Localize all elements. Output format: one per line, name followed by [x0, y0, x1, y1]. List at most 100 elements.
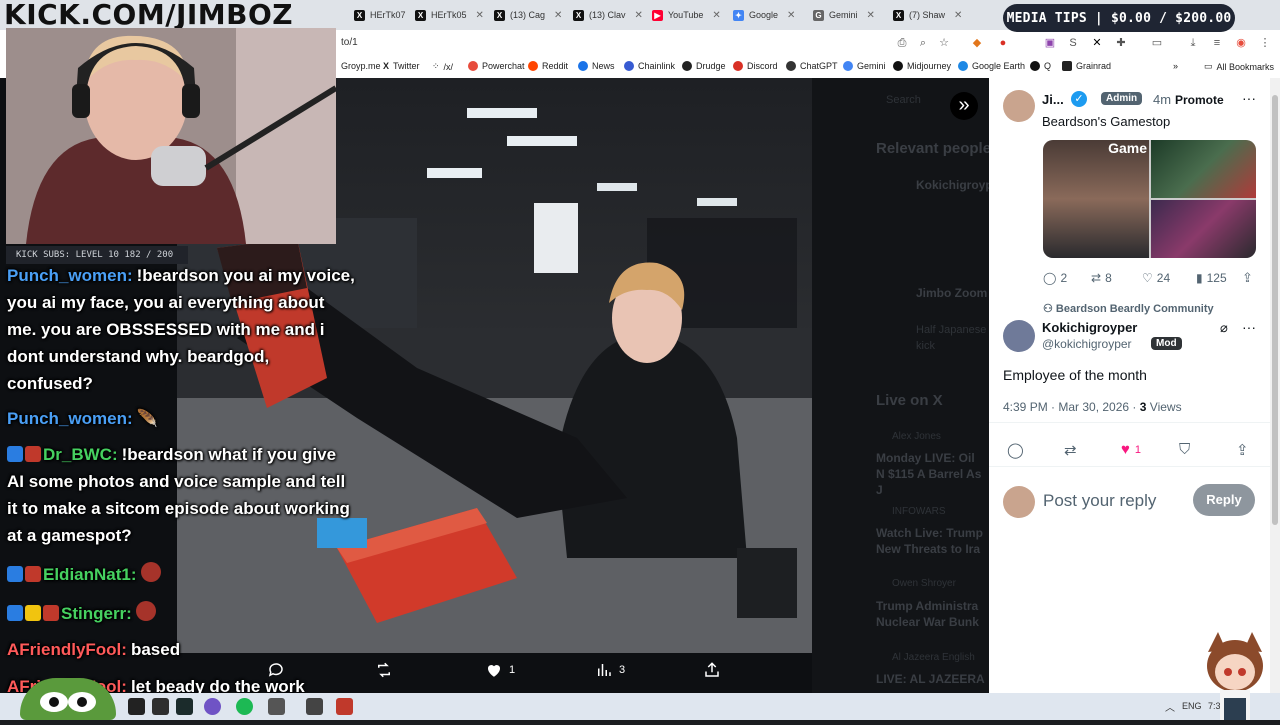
- browser-tab[interactable]: ✦ Google ✕: [733, 4, 808, 26]
- search-input[interactable]: Search: [886, 94, 921, 106]
- live-item[interactable]: Watch Live: Trump New Threats to Ira: [876, 525, 986, 557]
- metamask-icon[interactable]: ◆: [970, 36, 984, 50]
- close-icon[interactable]: ✕: [867, 10, 875, 21]
- download-icon[interactable]: ⤓: [1186, 36, 1200, 50]
- bookmark-item[interactable]: Groyp.me: [341, 61, 381, 71]
- puzzle-icon[interactable]: ✚: [1114, 36, 1128, 50]
- bookmark-item[interactable]: Grainrad: [1062, 61, 1111, 71]
- tray-chevron-icon[interactable]: ︿: [1165, 699, 1175, 714]
- divider: [989, 466, 1270, 467]
- app-icon[interactable]: [306, 698, 323, 715]
- bookmark-star-icon[interactable]: ☆: [937, 36, 951, 50]
- powerchat-icon: [468, 61, 478, 71]
- profile-icon[interactable]: ◉: [1234, 36, 1248, 50]
- repost-icon[interactable]: ⇄: [1064, 441, 1077, 459]
- bookmark-item[interactable]: X Twitter: [383, 61, 420, 71]
- browser-tab[interactable]: X (7) Shaw ✕: [893, 4, 968, 26]
- discord-icon[interactable]: [204, 698, 221, 715]
- community-label[interactable]: ⚇ Beardson Beardly Community: [1043, 302, 1214, 315]
- media-icon[interactable]: ≡: [1210, 36, 1224, 50]
- url-field[interactable]: to/1: [341, 37, 358, 48]
- extension-icon[interactable]: ▣: [1043, 36, 1057, 50]
- steam-icon[interactable]: [128, 698, 145, 715]
- like-button[interactable]: 1: [485, 661, 515, 679]
- promote-button[interactable]: Promote: [1175, 93, 1224, 107]
- menu-icon[interactable]: ⋮: [1258, 36, 1272, 50]
- bookmarks-overflow-icon[interactable]: »: [1173, 61, 1178, 71]
- extension-icon[interactable]: S: [1066, 36, 1080, 50]
- bookmark-item[interactable]: ⁘/x/: [432, 61, 453, 72]
- avatar[interactable]: [1003, 90, 1035, 122]
- more-icon[interactable]: ···: [1242, 319, 1256, 335]
- repost-stat[interactable]: ⇄ 8: [1091, 271, 1112, 285]
- grok-icon[interactable]: ⌀: [1220, 320, 1228, 336]
- spotify-icon[interactable]: [236, 698, 253, 715]
- browser-tab[interactable]: X (13) Clav ✕: [573, 4, 648, 26]
- more-icon[interactable]: ···: [1242, 90, 1256, 106]
- close-icon[interactable]: ✕: [635, 10, 643, 21]
- relevant-people-heading: Relevant people: [876, 140, 992, 157]
- install-icon[interactable]: ⎙: [895, 36, 909, 50]
- bookmark-item[interactable]: Drudge: [682, 61, 726, 71]
- x-extension-icon[interactable]: ✕: [1090, 36, 1104, 50]
- reply-input[interactable]: Post your reply: [1043, 491, 1156, 511]
- close-icon[interactable]: ✕: [476, 10, 484, 21]
- bookmark-icon[interactable]: ⛉: [1179, 441, 1190, 458]
- bookmark-item[interactable]: Google Earth: [958, 61, 1025, 71]
- views-stat[interactable]: ▮ 125: [1196, 271, 1227, 285]
- bookmark-item[interactable]: Chainlink: [624, 61, 675, 71]
- close-icon[interactable]: ✕: [787, 10, 795, 21]
- app-icon[interactable]: [336, 698, 353, 715]
- expand-sidebar-button[interactable]: »: [950, 92, 978, 120]
- author-name[interactable]: Ji...: [1042, 92, 1064, 107]
- live-item[interactable]: Monday LIVE: Oil N $115 A Barrel As J: [876, 450, 986, 498]
- app-icon[interactable]: [176, 698, 193, 715]
- chat-message: Punch_women: !beardson you ai my voice, y…: [7, 262, 357, 397]
- post-images[interactable]: Game: [1043, 140, 1256, 258]
- reply-author-name[interactable]: Kokichigroyper: [1042, 320, 1137, 335]
- all-bookmarks[interactable]: ▭ All Bookmarks: [1204, 61, 1274, 72]
- post-image[interactable]: Game: [1043, 140, 1149, 258]
- like-stat[interactable]: ♡ 24: [1142, 271, 1170, 285]
- bookmark-item[interactable]: ChatGPT: [786, 61, 838, 71]
- bookmark-item[interactable]: Midjourney: [893, 61, 951, 71]
- bookmark-item[interactable]: Discord: [733, 61, 778, 71]
- browser-tab[interactable]: X HErTk05 ✕: [415, 4, 490, 26]
- share-icon[interactable]: ⇪: [1242, 270, 1253, 286]
- zoom-icon[interactable]: ⌕: [916, 36, 930, 50]
- browser-tab[interactable]: X (13) Cag ✕: [494, 4, 569, 26]
- like-button[interactable]: ♥ 1: [1121, 441, 1141, 458]
- reply-icon[interactable]: ◯: [1007, 441, 1024, 459]
- sidebar-icon[interactable]: ▭: [1150, 36, 1164, 50]
- avatar[interactable]: [1003, 320, 1035, 352]
- bookmark-item[interactable]: News: [578, 61, 615, 71]
- reply-author-handle[interactable]: @kokichigroyper: [1042, 337, 1132, 351]
- close-icon[interactable]: ✕: [954, 10, 962, 21]
- person-name[interactable]: Jimbo Zoom: [916, 286, 987, 300]
- views-button[interactable]: 3: [595, 661, 625, 679]
- close-icon[interactable]: ✕: [554, 10, 562, 21]
- bookmark-item[interactable]: Reddit: [528, 61, 568, 71]
- post-image[interactable]: [1151, 200, 1256, 258]
- app-icon[interactable]: [268, 698, 285, 715]
- bookmark-item[interactable]: Q: [1030, 61, 1051, 71]
- repost-button[interactable]: [375, 661, 399, 679]
- browser-tab[interactable]: XHErTk07✕: [354, 4, 422, 26]
- share-button[interactable]: [703, 661, 721, 679]
- live-item[interactable]: Trump Administra Nuclear War Bunk: [876, 598, 986, 630]
- close-icon[interactable]: ✕: [712, 10, 720, 21]
- post-image[interactable]: [1151, 140, 1256, 198]
- bookmark-item[interactable]: Gemini: [843, 61, 886, 71]
- browser-tab[interactable]: G Gemini ✕: [813, 4, 888, 26]
- bookmark-item[interactable]: Powerchat: [468, 61, 525, 71]
- live-item[interactable]: LIVE: AL JAZEERA: [876, 672, 985, 686]
- chainlink-icon: [624, 61, 634, 71]
- extension-icon[interactable]: ●: [996, 36, 1010, 50]
- language-indicator[interactable]: ENG: [1182, 701, 1202, 711]
- reply-button[interactable]: Reply: [1193, 484, 1255, 516]
- app-icon[interactable]: [152, 698, 169, 715]
- scrollbar-thumb[interactable]: [1272, 95, 1278, 525]
- browser-tab[interactable]: ▶ YouTube ✕: [652, 4, 728, 26]
- share-icon[interactable]: ⇪: [1236, 441, 1249, 459]
- reply-stat[interactable]: ◯ 2: [1043, 271, 1067, 285]
